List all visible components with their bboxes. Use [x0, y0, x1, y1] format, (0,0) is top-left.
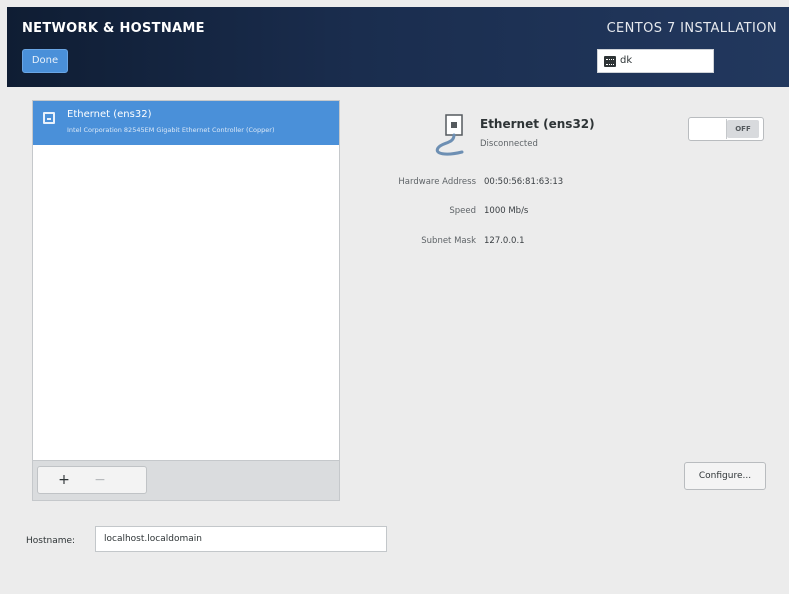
toggle-knob — [690, 119, 727, 139]
add-remove-group: + − — [37, 466, 147, 494]
done-button[interactable]: Done — [22, 49, 68, 73]
ethernet-icon — [43, 112, 55, 124]
network-wired-icon — [435, 114, 464, 156]
device-detail-name: Ethernet (ens32) — [480, 117, 595, 131]
device-list-toolbar: + − — [32, 461, 340, 501]
hostname-input[interactable]: localhost.localdomain — [95, 526, 387, 552]
device-list-item[interactable]: Ethernet (ens32) Intel Corporation 82545… — [33, 101, 339, 145]
hardware-address-value: 00:50:56:81:63:13 — [484, 177, 564, 187]
speed-value: 1000 Mb/s — [484, 206, 529, 216]
hostname-label: Hostname: — [26, 536, 76, 546]
page-title: NETWORK & HOSTNAME — [22, 21, 205, 36]
keyboard-layout-label: dk — [620, 55, 633, 66]
configure-button[interactable]: Configure... — [684, 462, 766, 490]
hardware-address-label: Hardware Address — [398, 177, 476, 187]
keyboard-icon — [604, 56, 616, 67]
subnet-mask-value: 127.0.0.1 — [484, 236, 525, 246]
network-device-list: Ethernet (ens32) Intel Corporation 82545… — [32, 100, 340, 461]
installation-title: CENTOS 7 INSTALLATION — [606, 21, 777, 36]
toggle-state-label: OFF — [727, 120, 759, 138]
header-bar: NETWORK & HOSTNAME Done CENTOS 7 INSTALL… — [7, 7, 789, 87]
keyboard-layout-indicator[interactable]: dk — [597, 49, 714, 73]
subnet-mask-label: Subnet Mask — [421, 236, 476, 246]
add-device-button[interactable]: + — [44, 470, 84, 490]
speed-label: Speed — [449, 206, 476, 216]
remove-device-button[interactable]: − — [88, 470, 112, 490]
device-name: Ethernet (ens32) — [67, 109, 152, 120]
device-description: Intel Corporation 82545EM Gigabit Ethern… — [67, 126, 275, 134]
connection-status: Disconnected — [480, 139, 538, 149]
device-power-toggle[interactable]: OFF — [688, 117, 764, 141]
